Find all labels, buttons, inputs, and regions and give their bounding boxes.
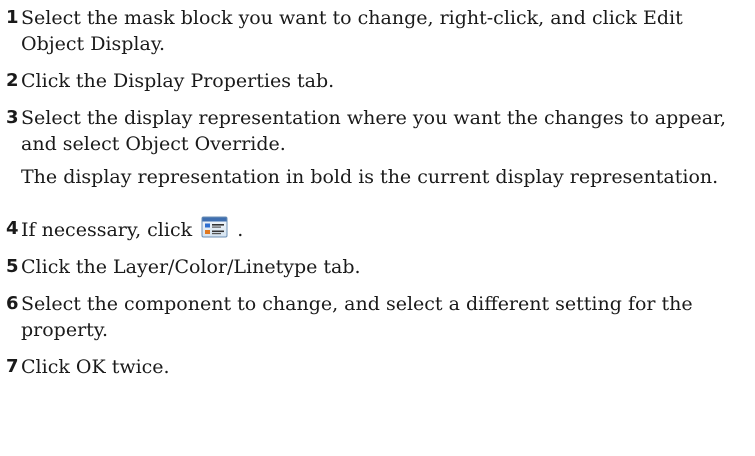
step-number: 4 [6,218,19,239]
step-number: 6 [6,293,19,314]
step-text: Select the component to change, and sele… [21,293,693,341]
step-number: 7 [6,356,19,377]
step-number: 3 [6,107,19,128]
step-2: 2 Click the Display Properties tab. [6,68,751,94]
step-number: 5 [6,256,19,277]
step-5: 5 Click the Layer/Color/Linetype tab. [6,254,751,280]
step-3: 3 Select the display representation wher… [6,105,751,157]
step-text: Click the Layer/Color/Linetype tab. [21,256,361,278]
step-number: 1 [6,7,19,28]
step-6: 6 Select the component to change, and se… [6,291,751,343]
step-number: 2 [6,70,19,91]
step-1: 1 Select the mask block you want to chan… [6,5,751,57]
step-3-note: The display representation in bold is th… [21,166,719,188]
step-text-end: . [237,219,244,241]
step-text: Select the display representation where … [21,107,727,155]
step-4: 4 If necessary, click . [6,216,751,243]
step-text: Click OK twice. [21,356,170,378]
edit-display-properties-icon[interactable] [201,216,229,238]
step-7: 7 Click OK twice. [6,354,751,380]
step-text: If necessary, click [21,219,193,241]
instruction-list: 1 Select the mask block you want to chan… [6,5,751,391]
step-text: Click the Display Properties tab. [21,70,335,92]
step-text: Select the mask block you want to change… [21,7,683,55]
